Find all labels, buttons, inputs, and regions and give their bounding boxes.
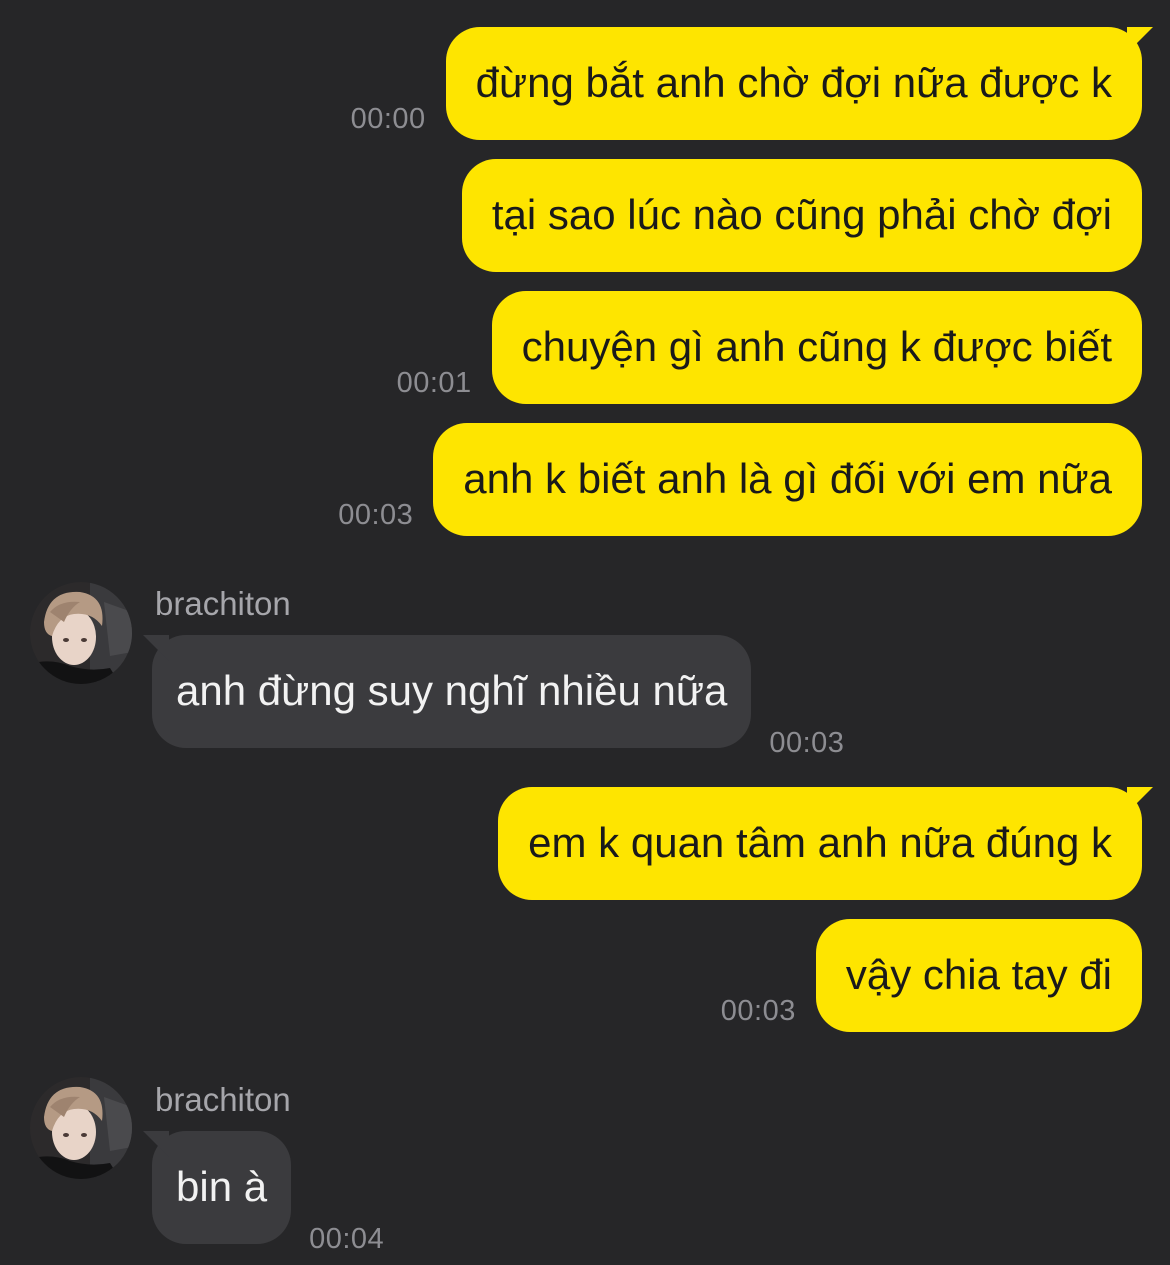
outgoing-message-bubble[interactable]: chuyện gì anh cũng k được biết: [491, 291, 1142, 404]
message-text: vậy chia tay đi: [845, 951, 1112, 999]
outgoing-message-bubble[interactable]: em k quan tâm anh nữa đúng k: [498, 787, 1153, 900]
message-row-outgoing: 00:03 vậy chia tay đi: [721, 919, 1142, 1032]
message-row-incoming: anh đừng suy nghĩ nhiều nữa 00:03: [142, 635, 844, 759]
incoming-message-bubble[interactable]: anh đừng suy nghĩ nhiều nữa: [142, 635, 752, 748]
message-row-outgoing: 00:03 anh k biết anh là gì đối với em nữ…: [338, 423, 1142, 536]
message-timestamp: 00:03: [338, 499, 414, 531]
message-text: tại sao lúc nào cũng phải chờ đợi: [491, 191, 1112, 239]
message-row-outgoing: 00:01 chuyện gì anh cũng k được biết: [397, 291, 1142, 404]
message-timestamp: 00:00: [350, 103, 426, 135]
incoming-message-bubble[interactable]: bin à: [142, 1131, 292, 1244]
message-text: chuyện gì anh cũng k được biết: [521, 323, 1112, 371]
message-timestamp: 00:04: [309, 1223, 385, 1255]
message-text: anh đừng suy nghĩ nhiều nữa: [176, 667, 728, 715]
message-row-incoming: bin à 00:04: [142, 1131, 384, 1255]
outgoing-message-bubble[interactable]: anh k biết anh là gì đối với em nữa: [433, 423, 1142, 536]
message-timestamp: 00:03: [769, 727, 845, 759]
outgoing-message-bubble[interactable]: đừng bắt anh chờ đợi nữa được k: [445, 27, 1154, 140]
message-timestamp: 00:03: [720, 995, 796, 1027]
sender-name: brachiton: [155, 1081, 291, 1118]
message-text: em k quan tâm anh nữa đúng k: [528, 819, 1112, 867]
avatar-photo-icon: [30, 582, 132, 684]
chat-window: 00:00 đừng bắt anh chờ đợi nữa được k tạ…: [0, 0, 1170, 1265]
message-row-outgoing: 00:00 đừng bắt anh chờ đợi nữa được k: [350, 27, 1154, 140]
message-text: bin à: [176, 1163, 268, 1211]
message-text: đừng bắt anh chờ đợi nữa được k: [475, 59, 1112, 107]
sender-avatar[interactable]: [30, 1077, 132, 1179]
message-text: anh k biết anh là gì đối với em nữa: [463, 455, 1112, 503]
message-row-outgoing: tại sao lúc nào cũng phải chờ đợi: [461, 159, 1142, 272]
sender-name: brachiton: [155, 585, 291, 622]
outgoing-message-bubble[interactable]: tại sao lúc nào cũng phải chờ đợi: [461, 159, 1142, 272]
outgoing-message-bubble[interactable]: vậy chia tay đi: [815, 919, 1142, 1032]
message-row-outgoing: em k quan tâm anh nữa đúng k: [498, 787, 1153, 900]
sender-avatar[interactable]: [30, 582, 132, 684]
avatar-photo-icon: [30, 1077, 132, 1179]
message-timestamp: 00:01: [396, 367, 472, 399]
